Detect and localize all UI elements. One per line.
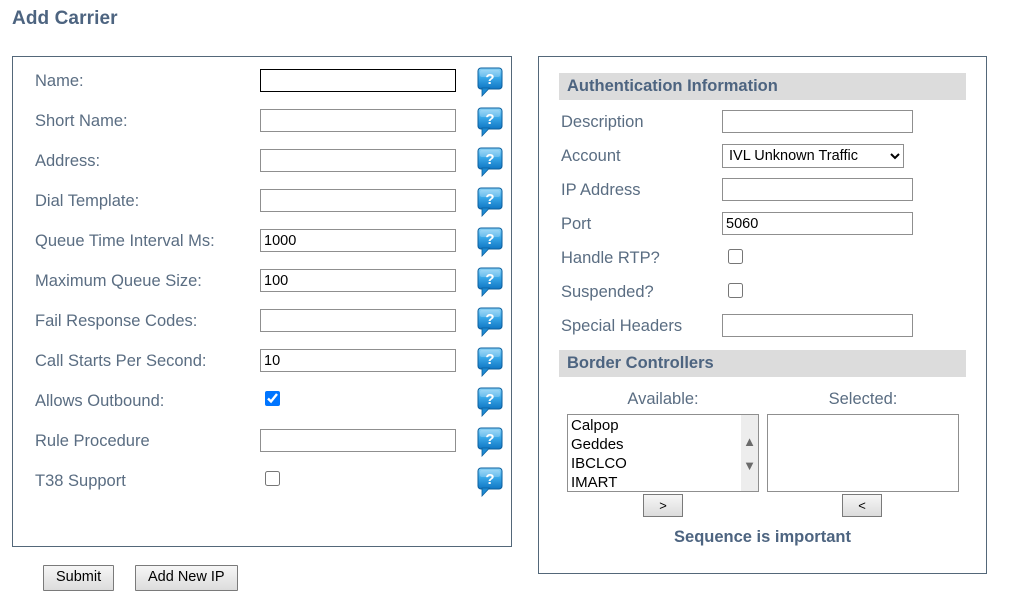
- add-new-ip-button[interactable]: Add New IP: [135, 565, 238, 591]
- checkbox-input[interactable]: [265, 391, 280, 406]
- authentication-row: Account IVL Unknown Traffic: [539, 143, 986, 176]
- list-item[interactable]: IBCLCO: [571, 454, 741, 473]
- field-label: T38 Support: [35, 472, 126, 490]
- text-input[interactable]: [722, 178, 913, 201]
- text-input[interactable]: [722, 314, 913, 337]
- selected-items[interactable]: [768, 415, 941, 416]
- svg-text:?: ?: [485, 151, 494, 168]
- authentication-row: Suspended?: [539, 279, 986, 312]
- authentication-section-header: Authentication Information: [559, 73, 966, 100]
- move-left-button[interactable]: <: [842, 494, 882, 517]
- svg-text:?: ?: [485, 111, 494, 128]
- text-input[interactable]: [260, 149, 456, 172]
- field-label: Fail Response Codes:: [35, 312, 198, 330]
- field-label: Allows Outbound:: [35, 392, 165, 410]
- list-item[interactable]: Calpop: [571, 416, 741, 435]
- help-speech-bubble-icon[interactable]: ?: [477, 187, 503, 218]
- field-label: Port: [561, 215, 592, 233]
- authentication-row: Port: [539, 211, 986, 244]
- svg-text:?: ?: [485, 471, 494, 488]
- help-speech-bubble-icon[interactable]: ?: [477, 347, 503, 378]
- selected-border-controllers-listbox[interactable]: [767, 414, 959, 492]
- authentication-row: Description: [539, 109, 986, 142]
- text-input[interactable]: [260, 69, 456, 92]
- carrier-form-row: Rule Procedure?: [13, 427, 511, 467]
- authentication-row: Special Headers: [539, 313, 986, 346]
- field-label: Name:: [35, 72, 84, 90]
- list-item[interactable]: Geddes: [571, 435, 741, 454]
- text-input[interactable]: [260, 229, 456, 252]
- carrier-form-row: T38 Support?: [13, 467, 511, 507]
- carrier-form-row: Address:?: [13, 147, 511, 187]
- field-label: Queue Time Interval Ms:: [35, 232, 215, 250]
- authentication-panel: Authentication Information Description Ac…: [538, 56, 987, 574]
- field-label: Rule Procedure: [35, 432, 150, 450]
- field-label: Description: [561, 113, 644, 131]
- carrier-form-row: Name:?: [13, 67, 511, 107]
- checkbox-input[interactable]: [728, 249, 743, 264]
- carrier-form-row: Fail Response Codes:?: [13, 307, 511, 347]
- help-speech-bubble-icon[interactable]: ?: [477, 307, 503, 338]
- field-label: Suspended?: [561, 283, 654, 301]
- help-speech-bubble-icon[interactable]: ?: [477, 147, 503, 178]
- sequence-note: Sequence is important: [674, 528, 851, 546]
- move-right-button[interactable]: >: [643, 494, 683, 517]
- available-items[interactable]: Calpop Geddes IBCLCO IMART: [568, 415, 741, 491]
- field-label: Dial Template:: [35, 192, 140, 210]
- field-label: Address:: [35, 152, 101, 170]
- carrier-form-row: Dial Template:?: [13, 187, 511, 227]
- chevron-up-icon[interactable]: ▲: [741, 435, 758, 449]
- svg-text:?: ?: [485, 231, 494, 248]
- svg-text:?: ?: [485, 311, 494, 328]
- help-speech-bubble-icon[interactable]: ?: [477, 107, 503, 138]
- field-label: IP Address: [561, 181, 641, 199]
- field-label: Maximum Queue Size:: [35, 272, 202, 290]
- svg-text:?: ?: [485, 191, 494, 208]
- available-list-caption: Available:: [627, 390, 699, 408]
- border-controllers-section-header: Border Controllers: [559, 350, 966, 377]
- carrier-form-row: Queue Time Interval Ms:?: [13, 227, 511, 267]
- account-select[interactable]: IVL Unknown Traffic: [722, 144, 904, 168]
- carrier-form-row: Allows Outbound:?: [13, 387, 511, 427]
- selected-list-caption: Selected:: [828, 390, 898, 408]
- svg-text:?: ?: [485, 271, 494, 288]
- available-list-scrollbar[interactable]: ▲ ▼: [741, 415, 758, 491]
- carrier-form-row: Short Name:?: [13, 107, 511, 147]
- submit-button[interactable]: Submit: [43, 565, 115, 591]
- authentication-row: Handle RTP?: [539, 245, 986, 278]
- text-input[interactable]: [260, 189, 456, 212]
- text-input[interactable]: [260, 309, 456, 332]
- field-label: Handle RTP?: [561, 249, 660, 267]
- text-input[interactable]: [722, 212, 913, 235]
- list-item[interactable]: IMART: [571, 473, 741, 491]
- field-label: Short Name:: [35, 112, 128, 130]
- svg-text:?: ?: [485, 351, 494, 368]
- authentication-row: IP Address: [539, 177, 986, 210]
- help-speech-bubble-icon[interactable]: ?: [477, 467, 503, 498]
- text-input[interactable]: [260, 429, 456, 452]
- svg-text:?: ?: [485, 391, 494, 408]
- help-speech-bubble-icon[interactable]: ?: [477, 67, 503, 98]
- text-input[interactable]: [260, 269, 456, 292]
- text-input[interactable]: [722, 110, 913, 133]
- checkbox-input[interactable]: [728, 283, 743, 298]
- chevron-down-icon[interactable]: ▼: [741, 459, 758, 473]
- available-border-controllers-listbox[interactable]: Calpop Geddes IBCLCO IMART ▲ ▼: [567, 414, 759, 492]
- text-input[interactable]: [260, 109, 456, 132]
- help-speech-bubble-icon[interactable]: ?: [477, 427, 503, 458]
- page-title: Add Carrier: [12, 8, 118, 29]
- carrier-form-panel: Name:? Short Name:? Address:? Dial Template…: [12, 56, 512, 591]
- help-speech-bubble-icon[interactable]: ?: [477, 267, 503, 298]
- field-label: Call Starts Per Second:: [35, 352, 207, 370]
- carrier-form-row: Maximum Queue Size:?: [13, 267, 511, 307]
- carrier-form-row: Call Starts Per Second:?: [13, 347, 511, 387]
- help-speech-bubble-icon[interactable]: ?: [477, 387, 503, 418]
- help-speech-bubble-icon[interactable]: ?: [477, 227, 503, 258]
- svg-text:?: ?: [485, 431, 494, 448]
- checkbox-input[interactable]: [265, 471, 280, 486]
- svg-text:?: ?: [485, 71, 494, 88]
- text-input[interactable]: [260, 349, 456, 372]
- field-label: Special Headers: [561, 317, 683, 335]
- field-label: Account: [561, 147, 621, 165]
